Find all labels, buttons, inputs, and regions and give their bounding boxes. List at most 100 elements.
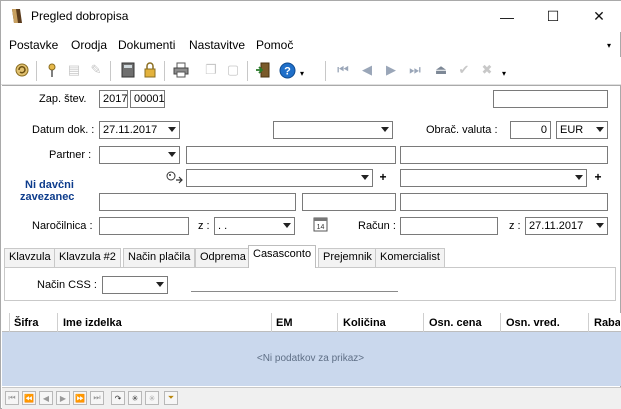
menu-nastavitve[interactable]: Nastavitve [189, 38, 245, 52]
column-separator [9, 313, 10, 332]
narocilnica-date-dropdown[interactable]: . . [214, 217, 295, 235]
svg-text:?: ? [284, 65, 291, 77]
address-dropdown[interactable] [400, 169, 587, 187]
extra-field-1[interactable] [99, 193, 296, 211]
contact-person-icon[interactable] [165, 171, 183, 188]
add-contact-icon[interactable]: + [377, 171, 389, 184]
save-icon[interactable]: ▤ [65, 61, 83, 79]
currency-dropdown[interactable]: EUR [556, 121, 608, 139]
last-record-icon[interactable]: ⏭ [406, 61, 424, 79]
lock-icon[interactable] [141, 61, 159, 79]
partner-code-dropdown[interactable] [99, 146, 180, 164]
contact-dropdown[interactable] [186, 169, 373, 187]
calculator-icon[interactable] [119, 61, 137, 79]
exit-door-icon[interactable] [254, 61, 272, 79]
column-separator [588, 313, 589, 332]
menu-orodja[interactable]: Orodja [71, 38, 107, 52]
partner-address-field[interactable] [400, 146, 608, 164]
star-disabled-icon[interactable]: ✳ [145, 391, 159, 405]
racun-date-dropdown[interactable]: 27.11.2017 [525, 217, 608, 235]
datum-label: Datum dok. : [32, 124, 95, 136]
column-sifra[interactable]: Šifra [14, 317, 38, 329]
cancel-icon[interactable]: ✖ [478, 61, 496, 79]
application-window: Pregled dobropisa — ☐ ✕ Postavke Orodja … [0, 0, 621, 409]
toolbar-separator [110, 61, 111, 81]
confirm-icon[interactable]: ✔ [455, 61, 473, 79]
eraser-icon[interactable]: ✎ [87, 61, 105, 79]
tab-komercialist[interactable]: Komercialist [375, 248, 445, 267]
narocilnica-field[interactable] [99, 217, 189, 235]
menu-postavke[interactable]: Postavke [9, 38, 58, 52]
zap-year-field[interactable]: 2017 [99, 90, 128, 108]
last-icon[interactable]: ⏭ [90, 391, 104, 405]
column-ime-izdelka[interactable]: Ime izdelka [63, 317, 122, 329]
top-right-field[interactable] [493, 90, 608, 108]
toolbar-overflow-icon[interactable]: ▾ [502, 69, 506, 78]
pin-icon[interactable] [43, 61, 61, 79]
middle-dropdown[interactable] [273, 121, 393, 139]
column-separator [500, 313, 501, 332]
refresh-icon[interactable] [13, 61, 31, 79]
minimize-button[interactable]: — [484, 1, 530, 32]
menu-dokumenti[interactable]: Dokumenti [118, 38, 175, 52]
empty-grid-message: <Ni podatkov za prikaz> [256, 353, 365, 364]
print-icon[interactable] [172, 61, 190, 79]
column-kolicina[interactable]: Količina [343, 317, 386, 329]
css-description-line [191, 291, 398, 292]
paste-icon[interactable]: ▢ [224, 61, 242, 79]
window-title: Pregled dobropisa [31, 9, 129, 23]
next-record-icon[interactable]: ▶ [382, 61, 400, 79]
obrac-label: Obrač. valuta : [426, 124, 498, 136]
add-address-icon[interactable]: + [592, 171, 604, 184]
tab-odprema[interactable]: Odprema [195, 248, 251, 267]
help-dropdown-icon[interactable]: ▾ [300, 69, 304, 78]
help-icon[interactable]: ? [278, 61, 296, 79]
prev-record-icon[interactable]: ◀ [358, 61, 376, 79]
tab-casasconto[interactable]: Casasconto [248, 245, 317, 268]
extra-field-2[interactable] [302, 193, 396, 211]
column-separator [271, 313, 272, 332]
obrac-amount-field[interactable]: 0 [510, 121, 551, 139]
column-em[interactable]: EM [276, 317, 293, 329]
first-icon[interactable]: ⏮ [5, 391, 19, 405]
toolbar-separator [36, 61, 37, 81]
tax-status-label: Ni davčni [25, 179, 74, 191]
column-osn-cena[interactable]: Osn. cena [429, 317, 482, 329]
column-rabat[interactable]: Rabat [594, 317, 620, 329]
toolbar-separator [325, 61, 326, 81]
column-separator [423, 313, 424, 332]
racun-field[interactable] [400, 217, 498, 235]
filter-icon[interactable]: ⏷ [164, 391, 178, 405]
first-record-icon[interactable]: ⏮ [334, 61, 352, 79]
next-icon[interactable]: ▶ [56, 391, 70, 405]
nacin-css-dropdown[interactable] [102, 276, 168, 294]
close-button[interactable]: ✕ [576, 1, 621, 32]
datum-dropdown[interactable]: 27.11.2017 [99, 121, 180, 139]
copy-icon[interactable]: ❐ [202, 61, 220, 79]
svg-text:14: 14 [317, 224, 325, 231]
prev-icon[interactable]: ◀ [39, 391, 53, 405]
zap-number-field[interactable]: 00001 [130, 90, 165, 108]
tab-klavzula-2[interactable]: Klavzula #2 [54, 248, 121, 267]
tab-klavzula[interactable]: Klavzula [4, 248, 56, 267]
narocilnica-label: Naročilnica : [32, 220, 93, 232]
calendar-icon[interactable]: 14 [313, 216, 328, 235]
column-separator [337, 313, 338, 332]
app-logo-icon [12, 9, 22, 23]
extra-field-3[interactable] [400, 193, 608, 211]
toolbar-separator [164, 61, 165, 81]
menu-overflow-icon[interactable]: ▾ [607, 41, 611, 50]
star-icon[interactable]: ✳ [128, 391, 142, 405]
menu-pomoc[interactable]: Pomoč [256, 38, 293, 52]
eject-icon[interactable]: ⏏ [432, 61, 450, 79]
partner-name-field[interactable] [186, 146, 396, 164]
z-label: z : [198, 220, 210, 232]
prev-page-icon[interactable]: ⏪ [22, 391, 36, 405]
tab-prejemnik[interactable]: Prejemnik [318, 248, 377, 267]
maximize-button[interactable]: ☐ [530, 1, 576, 32]
tax-status-label-2: zavezanec [20, 191, 75, 203]
tab-nacin-placila[interactable]: Način plačila [123, 248, 196, 267]
next-page-icon[interactable]: ⏩ [73, 391, 87, 405]
refresh-icon[interactable]: ↷ [111, 391, 125, 405]
column-osn-vred[interactable]: Osn. vred. [506, 317, 560, 329]
